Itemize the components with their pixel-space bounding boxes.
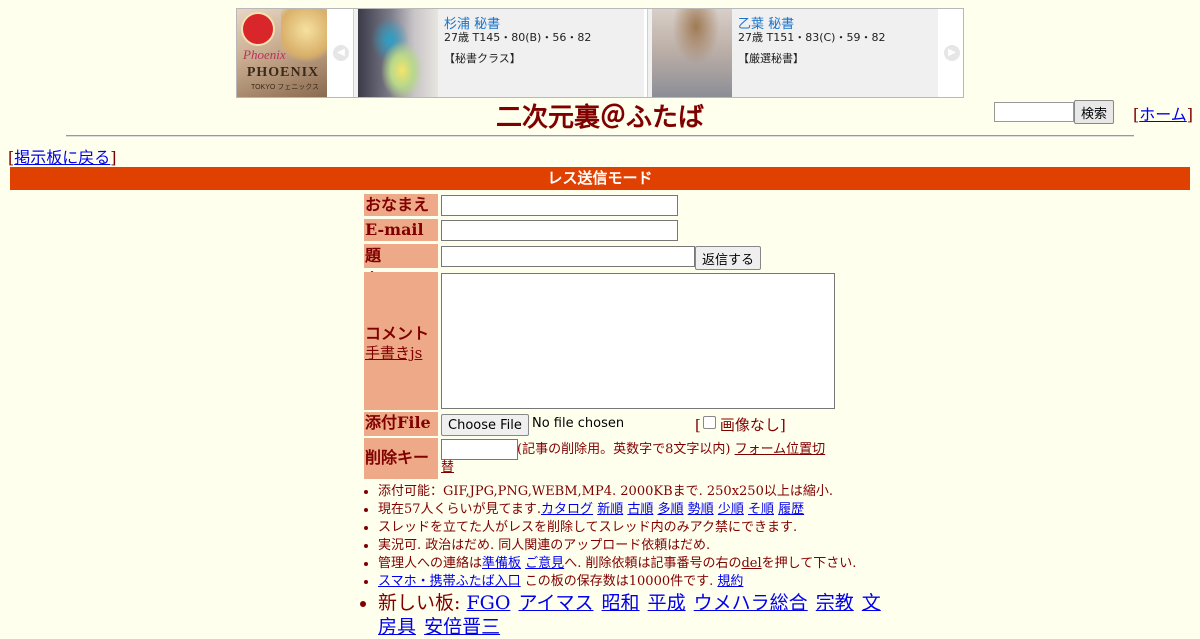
name-field[interactable] <box>441 195 678 216</box>
home-link-wrap: [ホーム] <box>1133 101 1193 125</box>
bracket: ] <box>1186 105 1194 124</box>
sort-new-link[interactable]: 新順 <box>597 502 623 517</box>
card-class: 【厳選秘書】 <box>738 52 804 65</box>
sort-so-link[interactable]: そ順 <box>748 502 774 517</box>
no-image-checkbox[interactable] <box>702 416 716 429</box>
file-label: 添付File <box>364 412 438 436</box>
board-link-religion[interactable]: 宗教 <box>816 592 854 614</box>
subject-field[interactable] <box>441 246 695 267</box>
chevron-left-icon: ◀ <box>333 45 349 61</box>
card-photo[interactable] <box>358 9 438 97</box>
bracket: [ <box>695 416 701 434</box>
contact-text: 管理人への連絡は <box>378 556 483 571</box>
logo-portrait <box>281 9 327 69</box>
phoenix-logo[interactable]: Phoenix PHOENIX TOKYO フェニックス <box>237 9 327 97</box>
note-contact: 管理人への連絡は準備板 ご意見へ. 削除依頼は記事番号の右のdelを押して下さい… <box>378 555 898 573</box>
contact-text: へ. 削除依頼は記事番号の右の <box>564 556 742 571</box>
logo-script: Phoenix <box>243 47 286 62</box>
delete-key-note: (記事の削除用。英数字で8文字以内) フォーム位置切替 <box>441 441 833 477</box>
back-to-board-link[interactable]: 掲示板に戻る <box>14 148 110 167</box>
note-mobile: スマホ・携帯ふたば入口 この板の保存数は10000件です. 規約 <box>378 573 898 591</box>
board-notes: 添付可能：GIF,JPG,PNG,WEBM,MP4. 2000KBまで. 250… <box>360 483 898 639</box>
banner-prev-button[interactable]: ◀ <box>330 9 352 97</box>
history-link[interactable]: 履歴 <box>778 502 804 517</box>
search-button[interactable]: 検索 <box>1074 100 1115 124</box>
storage-text: この板の保存数は10000件です. <box>520 574 714 589</box>
comment-label: コメント <box>364 272 438 410</box>
note-attachments: 添付可能：GIF,JPG,PNG,WEBM,MP4. 2000KBまで. 250… <box>378 483 898 501</box>
sort-old-link[interactable]: 古順 <box>627 502 653 517</box>
feedback-link[interactable]: ご意見 <box>525 556 564 571</box>
card-photo[interactable] <box>652 9 732 97</box>
no-image-label[interactable]: 画像なし <box>720 416 780 434</box>
sort-momentum-link[interactable]: 勢順 <box>688 502 714 517</box>
logo-subtext: TOKYO フェニックス <box>250 84 320 91</box>
board-link-abe[interactable]: 安倍晋三 <box>424 616 500 638</box>
banner-card-2[interactable]: 乙葉 秘書 27歳 T151・83(C)・59・82 【厳選秘書】 <box>647 9 938 97</box>
back-link-wrap: [掲示板に戻る] <box>8 144 117 168</box>
note-new-boards: 新しい板: FGO アイマス 昭和 平成 ウメハラ総合 宗教 文房具 安倍晋三 <box>378 591 898 639</box>
board-link-umehara[interactable]: ウメハラ総合 <box>694 592 808 614</box>
comment-textarea[interactable] <box>441 273 835 409</box>
home-link[interactable]: ホーム <box>1139 105 1187 124</box>
prep-board-link[interactable]: 準備板 <box>482 556 521 571</box>
name-label: おなまえ <box>364 194 438 216</box>
catalog-link[interactable]: カタログ <box>541 502 593 517</box>
search-input[interactable] <box>994 102 1074 122</box>
reply-mode-bar: レス送信モード <box>10 167 1190 190</box>
sort-few-link[interactable]: 少順 <box>718 502 744 517</box>
del-word: del <box>741 556 762 571</box>
delete-key-label: 削除キー <box>364 438 438 479</box>
card-spec: 27歳 T145・80(B)・56・82 <box>444 31 592 44</box>
bracket: ] <box>110 148 117 167</box>
banner-card-1[interactable]: 杉浦 秘書 27歳 T145・80(B)・56・82 【秘書クラス】 <box>353 9 644 97</box>
email-field[interactable] <box>441 220 678 241</box>
bracket: ] <box>779 416 786 434</box>
note-rules: 実況可. 政治はだめ. 同人関連のアップロード依頼はだめ. <box>378 537 898 555</box>
board-link-showa[interactable]: 昭和 <box>602 592 640 614</box>
banner-next-button[interactable]: ▶ <box>941 9 963 97</box>
submit-reply-button[interactable]: 返信する <box>695 246 762 270</box>
chevron-right-icon: ▶ <box>944 45 960 61</box>
note-viewers: 現在57人くらいが見てます.カタログ 新順 古順 多順 勢順 少順 そ順 履歴 <box>378 501 898 519</box>
mobile-entrance-link[interactable]: スマホ・携帯ふたば入口 <box>378 574 521 589</box>
tegaki-link[interactable]: 手書きjs <box>365 342 422 363</box>
logo-word: PHOENIX <box>246 65 320 80</box>
no-image-option: [ 画像なし] <box>695 414 786 435</box>
board-link-heisei[interactable]: 平成 <box>648 592 686 614</box>
file-status: No file chosen <box>532 416 625 431</box>
subject-label: 題 名 <box>364 244 438 289</box>
sort-many-link[interactable]: 多順 <box>658 502 684 517</box>
terms-link[interactable]: 規約 <box>717 574 743 589</box>
comment-label-text: コメント <box>365 324 430 343</box>
header-divider <box>66 135 1134 137</box>
contact-text: を押して下さい. <box>761 556 857 571</box>
choose-file-button[interactable]: Choose File <box>441 414 529 436</box>
search-form: 検索 <box>994 100 1115 124</box>
board-link-fgo[interactable]: FGO <box>466 592 510 614</box>
card-spec: 27歳 T151・83(C)・59・82 <box>738 31 886 44</box>
note-thread-ban: スレッドを立てた人がレスを削除してスレッド内のみアク禁にできます. <box>378 519 898 537</box>
viewer-count: 現在57人くらいが見てます. <box>378 502 542 517</box>
card-class: 【秘書クラス】 <box>444 52 521 65</box>
medal-icon <box>241 12 275 46</box>
ad-banner[interactable]: Phoenix PHOENIX TOKYO フェニックス ◀ 杉浦 秘書 27歳… <box>236 8 964 98</box>
email-label: E-mail <box>364 219 438 241</box>
board-link-imas[interactable]: アイマス <box>518 592 593 614</box>
delete-key-hint: (記事の削除用。英数字で8文字以内) <box>517 442 731 457</box>
new-boards-label: 新しい板: <box>378 592 461 614</box>
